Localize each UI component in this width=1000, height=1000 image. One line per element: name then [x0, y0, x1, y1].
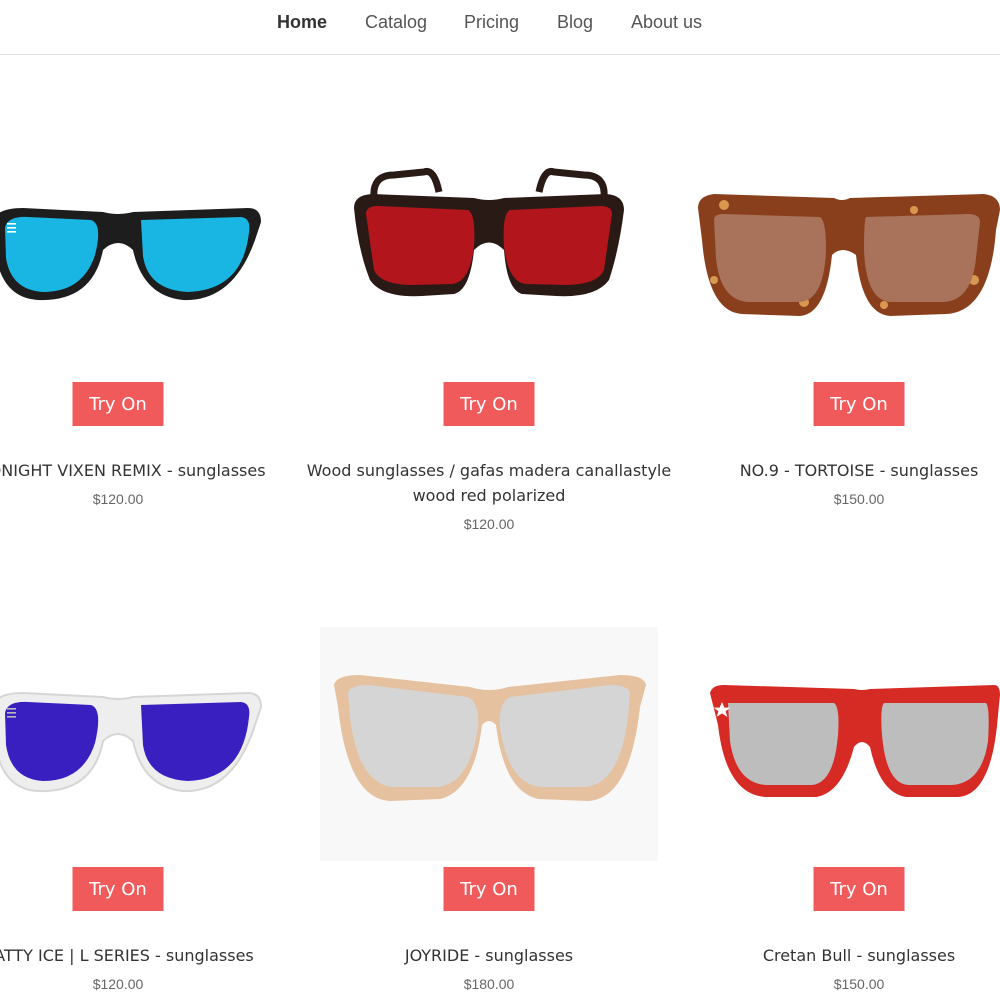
try-on-button[interactable]: Try On	[72, 867, 164, 911]
try-on-button[interactable]: Try On	[443, 867, 535, 911]
product-image[interactable]	[344, 80, 634, 380]
try-on-button[interactable]: Try On	[813, 867, 905, 911]
top-navigation: Home Catalog Pricing Blog About us	[0, 0, 1000, 55]
product-price: $180.00	[463, 976, 515, 992]
try-on-button[interactable]: Try On	[443, 382, 535, 426]
product-image[interactable]	[320, 627, 658, 861]
product-title[interactable]: Cretan Bull - sunglasses	[674, 943, 1000, 968]
product-price: $120.00	[463, 516, 515, 532]
product-price: $150.00	[833, 491, 885, 507]
try-on-button[interactable]: Try On	[72, 382, 164, 426]
nav-about-us[interactable]: About us	[631, 12, 702, 33]
product-image[interactable]	[0, 80, 303, 380]
nav-catalog[interactable]: Catalog	[365, 12, 427, 33]
product-title[interactable]: NATTY ICE | L SERIES - sunglasses	[0, 943, 303, 968]
product-title[interactable]: MIDNIGHT VIXEN REMIX - sunglasses	[0, 458, 303, 483]
product-card: Try On Cretan Bull - sunglasses $150.00	[674, 565, 1000, 1000]
product-price: $120.00	[92, 491, 144, 507]
nav-home[interactable]: Home	[277, 12, 327, 33]
product-image[interactable]	[684, 80, 1000, 380]
product-card: Try On NATTY ICE | L SERIES - sunglasses…	[0, 565, 303, 1000]
product-card: Try On MIDNIGHT VIXEN REMIX - sunglasses…	[0, 80, 303, 530]
nav-blog[interactable]: Blog	[557, 12, 593, 33]
product-title[interactable]: NO.9 - TORTOISE - sunglasses	[674, 458, 1000, 483]
product-image[interactable]	[704, 565, 1000, 865]
product-card: Try On Wood sunglasses / gafas madera ca…	[304, 80, 674, 540]
nav-pricing[interactable]: Pricing	[464, 12, 519, 33]
product-price: $120.00	[92, 976, 144, 992]
product-card: Try On NO.9 - TORTOISE - sunglasses $150…	[674, 80, 1000, 530]
product-image[interactable]	[0, 565, 303, 865]
try-on-button[interactable]: Try On	[813, 382, 905, 426]
product-price: $150.00	[833, 976, 885, 992]
product-card: Try On JOYRIDE - sunglasses $180.00	[304, 565, 674, 1000]
product-title[interactable]: Wood sunglasses / gafas madera canallast…	[304, 458, 674, 508]
product-title[interactable]: JOYRIDE - sunglasses	[304, 943, 674, 968]
